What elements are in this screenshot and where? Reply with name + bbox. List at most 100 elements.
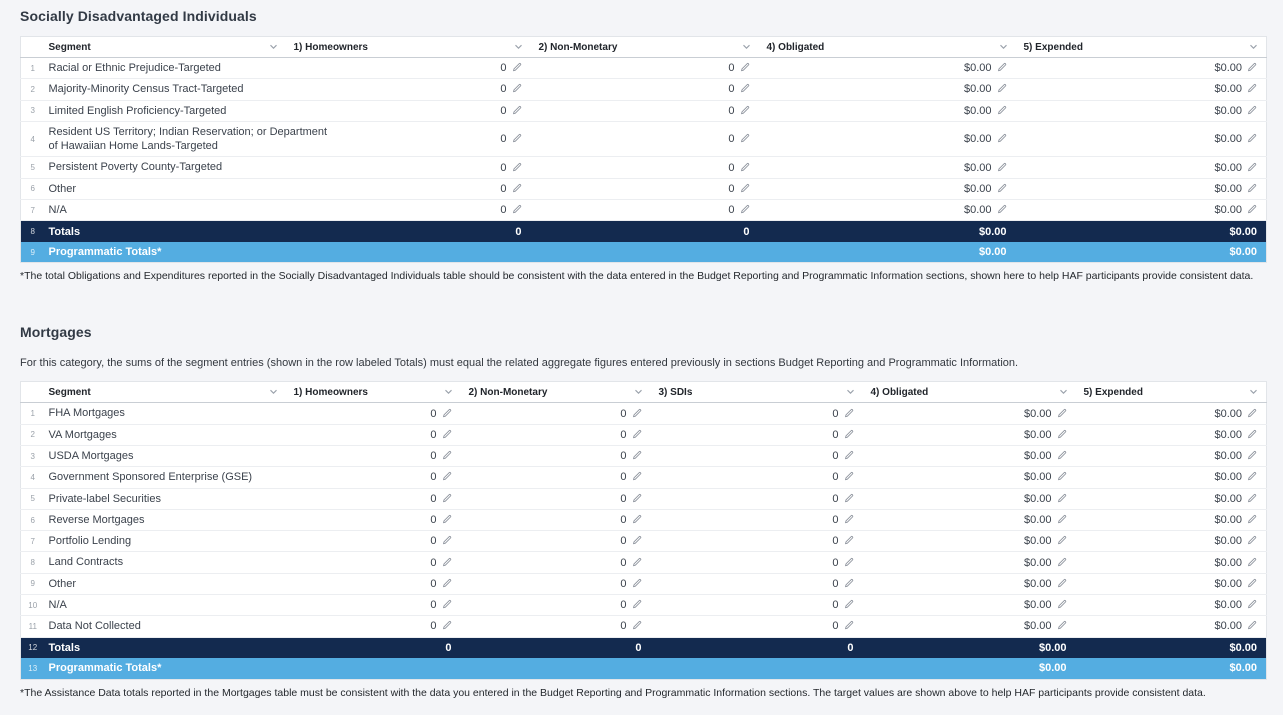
edit-icon[interactable] (1057, 493, 1067, 505)
sort-chevron-icon[interactable] (742, 44, 751, 50)
column-header[interactable]: 2) Non-Monetary (461, 382, 651, 403)
edit-icon[interactable] (1247, 183, 1257, 195)
edit-icon[interactable] (1057, 429, 1067, 441)
edit-icon[interactable] (632, 578, 642, 590)
column-header[interactable]: 4) Obligated (863, 382, 1076, 403)
edit-icon[interactable] (997, 105, 1007, 117)
column-header[interactable]: 1) Homeowners (286, 37, 531, 58)
edit-icon[interactable] (512, 204, 522, 216)
edit-icon[interactable] (1057, 408, 1067, 420)
edit-icon[interactable] (997, 162, 1007, 174)
column-header[interactable]: Segment (45, 382, 286, 403)
edit-icon[interactable] (997, 183, 1007, 195)
sort-chevron-icon[interactable] (269, 389, 278, 395)
edit-icon[interactable] (740, 105, 750, 117)
edit-icon[interactable] (1247, 133, 1257, 145)
edit-icon[interactable] (512, 62, 522, 74)
edit-icon[interactable] (1247, 429, 1257, 441)
edit-icon[interactable] (844, 429, 854, 441)
edit-icon[interactable] (1057, 620, 1067, 632)
edit-icon[interactable] (1247, 514, 1257, 526)
edit-icon[interactable] (512, 162, 522, 174)
column-header[interactable]: 5) Expended (1076, 382, 1267, 403)
edit-icon[interactable] (844, 471, 854, 483)
edit-icon[interactable] (997, 62, 1007, 74)
edit-icon[interactable] (844, 450, 854, 462)
edit-icon[interactable] (844, 620, 854, 632)
edit-icon[interactable] (632, 514, 642, 526)
edit-icon[interactable] (632, 471, 642, 483)
edit-icon[interactable] (1057, 557, 1067, 569)
column-header[interactable]: Segment (45, 37, 286, 58)
edit-icon[interactable] (632, 535, 642, 547)
edit-icon[interactable] (1247, 471, 1257, 483)
sort-chevron-icon[interactable] (1249, 44, 1258, 50)
edit-icon[interactable] (442, 599, 452, 611)
edit-icon[interactable] (1247, 204, 1257, 216)
edit-icon[interactable] (632, 429, 642, 441)
sort-chevron-icon[interactable] (846, 389, 855, 395)
edit-icon[interactable] (1057, 599, 1067, 611)
edit-icon[interactable] (1247, 83, 1257, 95)
column-header[interactable]: 4) Obligated (759, 37, 1016, 58)
edit-icon[interactable] (1247, 450, 1257, 462)
edit-icon[interactable] (1247, 535, 1257, 547)
edit-icon[interactable] (1057, 578, 1067, 590)
sort-chevron-icon[interactable] (999, 44, 1008, 50)
edit-icon[interactable] (844, 514, 854, 526)
edit-icon[interactable] (844, 535, 854, 547)
edit-icon[interactable] (512, 133, 522, 145)
edit-icon[interactable] (442, 557, 452, 569)
edit-icon[interactable] (1247, 620, 1257, 632)
edit-icon[interactable] (512, 105, 522, 117)
sort-chevron-icon[interactable] (634, 389, 643, 395)
edit-icon[interactable] (1247, 105, 1257, 117)
edit-icon[interactable] (512, 83, 522, 95)
edit-icon[interactable] (442, 429, 452, 441)
edit-icon[interactable] (442, 514, 452, 526)
edit-icon[interactable] (997, 133, 1007, 145)
edit-icon[interactable] (1057, 535, 1067, 547)
edit-icon[interactable] (632, 620, 642, 632)
edit-icon[interactable] (1247, 493, 1257, 505)
edit-icon[interactable] (512, 183, 522, 195)
edit-icon[interactable] (632, 599, 642, 611)
sort-chevron-icon[interactable] (269, 44, 278, 50)
edit-icon[interactable] (632, 450, 642, 462)
edit-icon[interactable] (844, 557, 854, 569)
edit-icon[interactable] (740, 204, 750, 216)
edit-icon[interactable] (844, 408, 854, 420)
edit-icon[interactable] (442, 471, 452, 483)
edit-icon[interactable] (442, 493, 452, 505)
edit-icon[interactable] (1247, 557, 1257, 569)
column-header[interactable]: 2) Non-Monetary (531, 37, 759, 58)
sort-chevron-icon[interactable] (1249, 389, 1258, 395)
sort-chevron-icon[interactable] (1059, 389, 1068, 395)
edit-icon[interactable] (740, 62, 750, 74)
edit-icon[interactable] (844, 578, 854, 590)
edit-icon[interactable] (442, 620, 452, 632)
column-header[interactable]: 3) SDIs (651, 382, 863, 403)
edit-icon[interactable] (442, 578, 452, 590)
edit-icon[interactable] (1247, 162, 1257, 174)
edit-icon[interactable] (740, 83, 750, 95)
sort-chevron-icon[interactable] (444, 389, 453, 395)
edit-icon[interactable] (1247, 599, 1257, 611)
edit-icon[interactable] (1057, 450, 1067, 462)
edit-icon[interactable] (1247, 408, 1257, 420)
edit-icon[interactable] (740, 183, 750, 195)
edit-icon[interactable] (997, 83, 1007, 95)
sort-chevron-icon[interactable] (514, 44, 523, 50)
edit-icon[interactable] (1057, 471, 1067, 483)
edit-icon[interactable] (844, 599, 854, 611)
edit-icon[interactable] (1247, 578, 1257, 590)
edit-icon[interactable] (442, 535, 452, 547)
column-header[interactable]: 5) Expended (1016, 37, 1267, 58)
edit-icon[interactable] (442, 450, 452, 462)
edit-icon[interactable] (997, 204, 1007, 216)
column-header[interactable]: 1) Homeowners (286, 382, 461, 403)
edit-icon[interactable] (442, 408, 452, 420)
edit-icon[interactable] (632, 557, 642, 569)
edit-icon[interactable] (1057, 514, 1067, 526)
edit-icon[interactable] (632, 493, 642, 505)
